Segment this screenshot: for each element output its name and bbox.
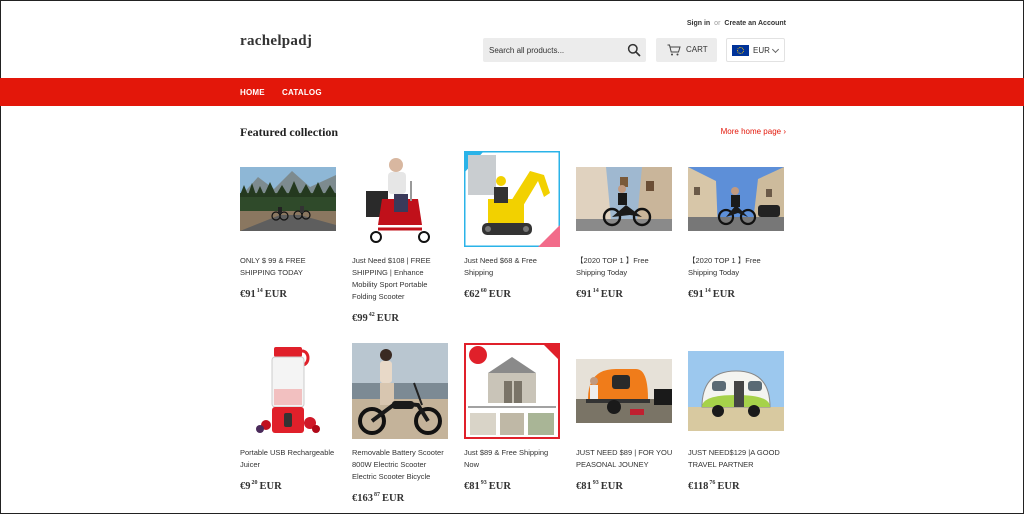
- account-links: Sign in or Create an Account: [687, 20, 786, 27]
- product-title[interactable]: ONLY $ 99 & FREE SHIPPING TODAY: [240, 255, 337, 279]
- cart-label: CART: [686, 45, 708, 54]
- product-image[interactable]: [352, 151, 448, 247]
- product-title[interactable]: Just $89 & Free Shipping Now: [464, 447, 561, 471]
- cart-button[interactable]: CART: [656, 38, 717, 62]
- product-image[interactable]: [688, 167, 784, 231]
- store-logo[interactable]: rachelpadj: [240, 33, 312, 50]
- product-image[interactable]: [576, 167, 672, 231]
- product-image[interactable]: [352, 343, 448, 439]
- product-image[interactable]: [464, 151, 560, 247]
- product-price: €9114 EUR: [240, 288, 287, 300]
- product-price: €16387 EUR: [352, 492, 405, 504]
- product-title[interactable]: Just Need $108 | FREE SHIPPING | Enhance…: [352, 255, 449, 303]
- product-image[interactable]: [240, 343, 336, 439]
- eu-flag-icon: [732, 45, 749, 56]
- section-title: Featured collection: [240, 125, 339, 139]
- product-title[interactable]: Just Need $68 & Free Shipping: [464, 255, 561, 279]
- product-title[interactable]: Portable USB Rechargeable Juicer: [240, 447, 337, 471]
- product-image[interactable]: [464, 343, 560, 439]
- or-separator: or: [714, 20, 721, 27]
- product-title[interactable]: JUST NEED $89 | FOR YOU PEASONAL JOUNEY: [576, 447, 673, 471]
- product-title[interactable]: 【2020 TOP 1 】Free Shipping Today: [688, 255, 785, 279]
- product-price: €6260 EUR: [464, 288, 511, 300]
- product-title[interactable]: Removable Battery Scooter 800W Electric …: [352, 447, 449, 483]
- product-price: €9114 EUR: [688, 288, 735, 300]
- product-price: €8193 EUR: [464, 480, 511, 492]
- product-price: €9942 EUR: [352, 312, 399, 324]
- product-price: €920 EUR: [240, 480, 282, 492]
- search-icon[interactable]: [627, 43, 641, 57]
- product-price: €11876 EUR: [688, 480, 740, 492]
- search-input[interactable]: [483, 38, 618, 62]
- cart-icon: [667, 44, 681, 56]
- product-image[interactable]: [576, 359, 672, 423]
- product-price: €9114 EUR: [576, 288, 623, 300]
- product-title[interactable]: JUST NEED$129 |A GOOD TRAVEL PARTNER: [688, 447, 785, 471]
- currency-label: EUR: [753, 46, 770, 55]
- create-account-link[interactable]: Create an Account: [724, 20, 786, 27]
- more-home-page-link[interactable]: More home page ›: [721, 127, 786, 136]
- nav-item-catalog[interactable]: CATALOG: [282, 88, 322, 97]
- sign-in-link[interactable]: Sign in: [687, 20, 710, 27]
- product-image[interactable]: [688, 351, 784, 431]
- product-image[interactable]: [240, 167, 336, 231]
- chevron-down-icon: [771, 45, 780, 54]
- product-price: €8193 EUR: [576, 480, 623, 492]
- search-bar: [483, 38, 646, 62]
- product-title[interactable]: 【2020 TOP 1 】Free Shipping Today: [576, 255, 673, 279]
- currency-selector[interactable]: EUR: [726, 38, 785, 62]
- nav-item-home[interactable]: HOME: [240, 88, 265, 97]
- main-nav: HOME CATALOG: [0, 78, 1024, 106]
